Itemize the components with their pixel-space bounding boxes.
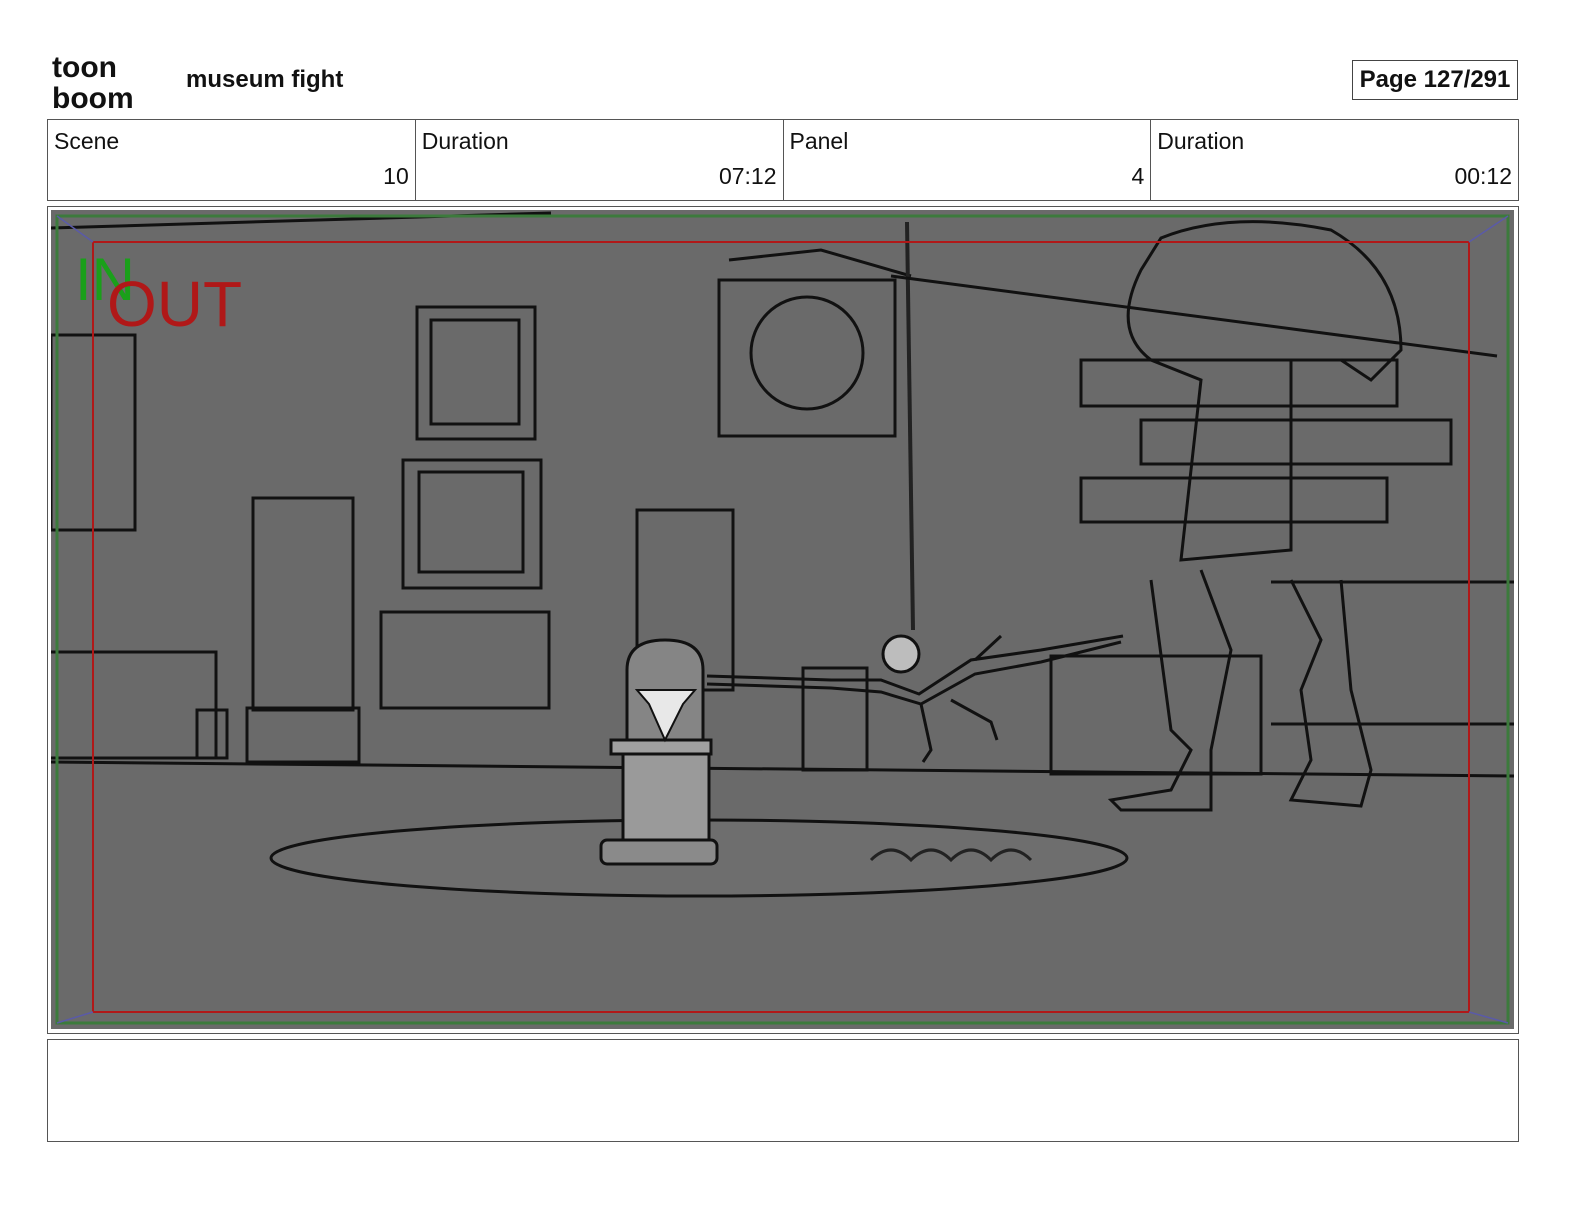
- page-indicator: Page 127/291: [1352, 60, 1518, 100]
- panel-duration-cell: Duration 00:12: [1151, 120, 1518, 200]
- panel-background: [51, 210, 1514, 1029]
- scene-duration-value: 07:12: [718, 163, 777, 189]
- scene-duration-label: Duration: [421, 128, 509, 154]
- panel-duration-label: Duration: [1157, 128, 1245, 154]
- scene-duration-cell: Duration 07:12: [416, 120, 784, 200]
- scene-cell: Scene 10: [48, 120, 416, 200]
- scene-value: 10: [383, 163, 409, 189]
- logo-line-2: boom: [52, 82, 134, 112]
- panel-duration-value: 00:12: [1454, 163, 1512, 189]
- panel-cell: Panel 4: [784, 120, 1152, 200]
- storyboard-panel: IN OUT: [47, 206, 1519, 1034]
- panel-label: Panel: [789, 128, 849, 154]
- scene-label: Scene: [54, 128, 120, 154]
- out-marker: OUT: [107, 268, 242, 340]
- toon-boom-logo: toon boom: [52, 51, 134, 112]
- logo-line-1: toon: [52, 51, 117, 84]
- panel-sketch: IN OUT: [51, 210, 1514, 1029]
- scene-info-table: Scene 10 Duration 07:12 Panel 4 Duration…: [47, 119, 1519, 201]
- panel-notes-box: [47, 1039, 1519, 1142]
- panel-value: 4: [1131, 163, 1145, 189]
- project-title: museum fight: [186, 66, 344, 93]
